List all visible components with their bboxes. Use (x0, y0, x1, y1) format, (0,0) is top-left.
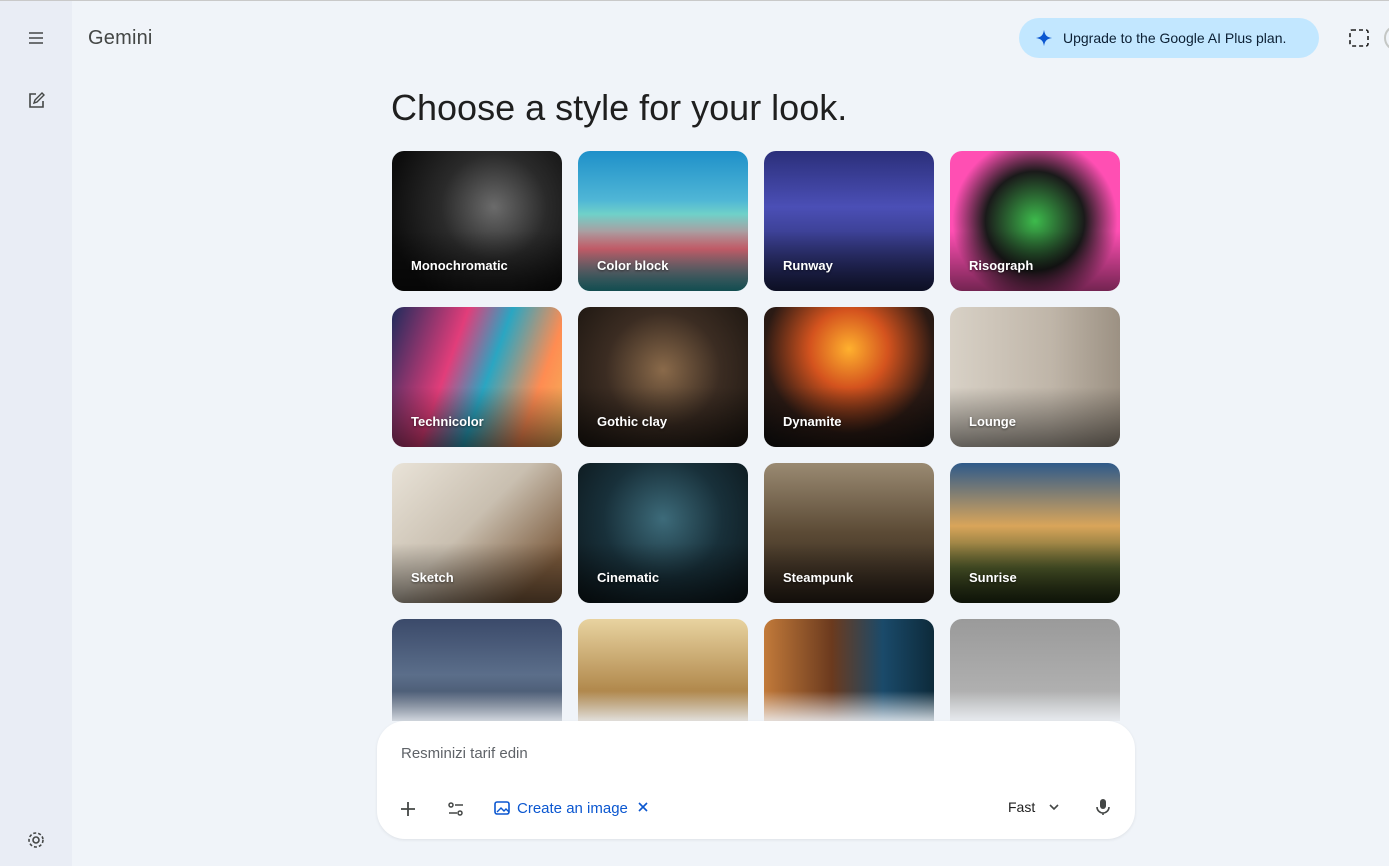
style-tile[interactable]: Sketch (392, 463, 562, 603)
page-title: Choose a style for your look. (391, 87, 848, 128)
style-label: Technicolor (411, 414, 484, 429)
create-image-chip[interactable]: Create an image (493, 797, 628, 819)
mic-icon (1096, 799, 1110, 815)
style-tile[interactable]: Risograph (950, 151, 1120, 291)
tools-icon (448, 802, 463, 816)
sparkle-icon (1035, 29, 1053, 47)
settings-button[interactable] (18, 822, 54, 858)
menu-icon (29, 32, 43, 44)
style-label: Risograph (969, 258, 1034, 273)
style-label: Monochromatic (411, 258, 508, 273)
app-brand[interactable]: Gemini (88, 27, 153, 50)
new-chat-button[interactable] (18, 83, 54, 119)
screen-capture-button[interactable] (1344, 23, 1374, 53)
style-label: Runway (783, 258, 833, 273)
model-label: Fast (1008, 799, 1036, 815)
style-label: Cinematic (597, 570, 660, 585)
chevron-down-icon (1049, 804, 1059, 811)
screen-capture-icon (1349, 29, 1369, 47)
style-tile[interactable]: Gothic clay (578, 307, 748, 447)
settings-icon (28, 832, 44, 848)
menu-button[interactable] (18, 20, 54, 56)
style-label: Dynamite (783, 414, 842, 429)
upgrade-button[interactable]: Upgrade to the Google AI Plus plan. (1019, 18, 1319, 58)
style-label: Gothic clay (597, 414, 668, 429)
remove-tool-button[interactable] (635, 799, 651, 815)
style-tile[interactable]: Lounge (950, 307, 1120, 447)
upgrade-label: Upgrade to the Google AI Plus plan. (1063, 30, 1287, 46)
close-icon (638, 802, 648, 812)
style-label: Sketch (411, 570, 454, 585)
style-tile[interactable]: Monochromatic (392, 151, 562, 291)
style-label: Lounge (969, 414, 1016, 429)
main-area: Gemini Upgrade to the Google AI Plus pla… (72, 1, 1389, 866)
style-tile[interactable]: Color block (578, 151, 748, 291)
prompt-box: Create an image Fast (377, 721, 1135, 839)
style-gallery: Monochromatic Color block Runway Risograph T… (392, 151, 1120, 721)
sidebar (0, 1, 72, 866)
style-tile[interactable]: Dynamite (764, 307, 934, 447)
add-button[interactable] (394, 795, 422, 823)
model-selector[interactable]: Fast (1008, 795, 1061, 819)
plus-icon (401, 802, 415, 816)
style-tile[interactable]: Steampunk (764, 463, 934, 603)
create-image-label: Create an image (517, 799, 628, 817)
prompt-input[interactable] (401, 741, 1001, 765)
avatar[interactable] (1384, 25, 1389, 51)
edit-icon (29, 92, 45, 108)
style-tile[interactable]: Runway (764, 151, 934, 291)
style-tile[interactable]: Technicolor (392, 307, 562, 447)
microphone-button[interactable] (1089, 793, 1117, 821)
style-label: Color block (597, 258, 669, 273)
style-tile[interactable]: Sunrise (950, 463, 1120, 603)
image-icon (494, 801, 510, 815)
style-label: Sunrise (969, 570, 1017, 585)
style-tile[interactable]: Cinematic (578, 463, 748, 603)
style-label: Steampunk (783, 570, 854, 585)
tools-button[interactable] (442, 795, 470, 823)
